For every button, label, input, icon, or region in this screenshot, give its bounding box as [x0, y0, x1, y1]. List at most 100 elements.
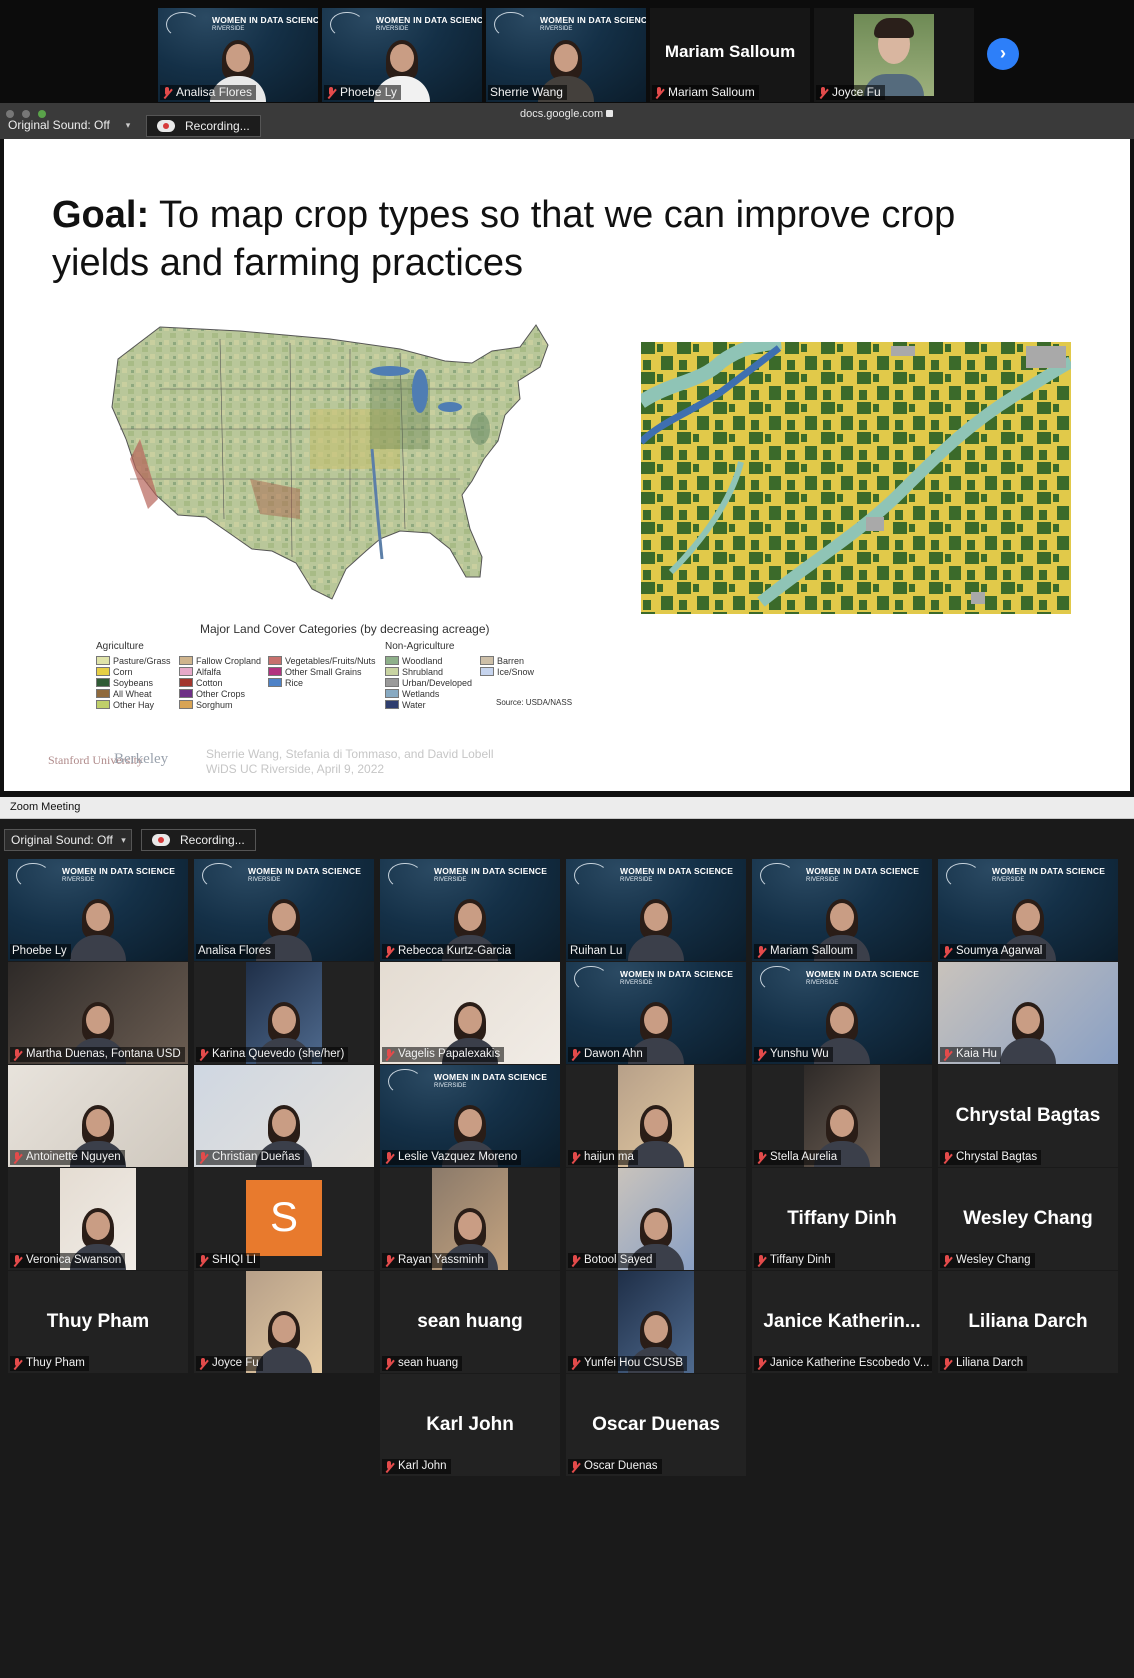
participant-tile[interactable]: sean huang sean huang	[380, 1271, 560, 1373]
participant-tile[interactable]: Vagelis Papalexakis	[380, 962, 560, 1064]
participant-tile[interactable]: Stella Aurelia	[752, 1065, 932, 1167]
legend-swatch	[480, 667, 494, 676]
original-sound-button[interactable]: Original Sound: Off	[2, 115, 116, 137]
participant-video	[70, 899, 126, 961]
participant-tile[interactable]: Oscar Duenas Oscar Duenas	[566, 1374, 746, 1476]
thumbnail-strip: WOMEN IN DATA SCIENCE RIVERSIDE Analisa …	[0, 0, 1134, 103]
participant-tile[interactable]: WOMEN IN DATA SCIENCE RIVERSIDE Ruihan Lu	[566, 859, 746, 961]
wids-banner-title: WOMEN IN DATA SCIENCE	[376, 15, 482, 25]
name-tag: Ruihan Lu	[568, 944, 627, 959]
chevron-down-icon[interactable]: ▾	[116, 829, 132, 851]
wids-logo-icon	[16, 863, 50, 889]
wids-logo-icon	[388, 863, 422, 889]
mic-muted-icon	[384, 1460, 394, 1473]
mic-muted-icon	[198, 1357, 208, 1370]
mic-muted-icon	[942, 945, 952, 958]
wids-banner-title: WOMEN IN DATA SCIENCE	[434, 866, 548, 876]
wids-logo-icon	[494, 12, 528, 38]
participant-tile[interactable]: Chrystal Bagtas Chrystal Bagtas	[938, 1065, 1118, 1167]
participant-tile[interactable]: WOMEN IN DATA SCIENCE RIVERSIDE Analisa Fl…	[194, 859, 374, 961]
participant-tile[interactable]: WOMEN IN DATA SCIENCE RIVERSIDE Leslie Vaz…	[380, 1065, 560, 1167]
participant-name: sean huang	[398, 1357, 459, 1369]
chevron-down-icon[interactable]: ▾	[120, 115, 136, 137]
name-tag: Rebecca Kurtz-Garcia	[382, 944, 516, 959]
participant-name: Analisa Flores	[176, 85, 253, 99]
legend-item: Wetlands	[385, 689, 439, 700]
participant-tile[interactable]: Kaia Hu	[938, 962, 1118, 1064]
wids-banner-sub: RIVERSIDE	[620, 980, 653, 986]
wids-banner-title: WOMEN IN DATA SCIENCE	[62, 866, 176, 876]
participant-tile[interactable]: Karl John Karl John	[380, 1374, 560, 1476]
participant-tile[interactable]: Christian Dueñas	[194, 1065, 374, 1167]
wids-banner-title: WOMEN IN DATA SCIENCE	[992, 866, 1106, 876]
participant-tile[interactable]: WOMEN IN DATA SCIENCE RIVERSIDE Rebecca Ku…	[380, 859, 560, 961]
participant-tile[interactable]: Joyce Fu	[194, 1271, 374, 1373]
legend-swatch	[268, 667, 282, 676]
participant-tile[interactable]: Karina Quevedo (she/her)	[194, 962, 374, 1064]
participant-tile[interactable]: WOMEN IN DATA SCIENCE RIVERSIDE Yunshu Wu	[752, 962, 932, 1064]
recording-indicator[interactable]: Recording...	[146, 115, 261, 137]
strip-tile-joyce-fu[interactable]: Joyce Fu	[814, 8, 974, 102]
participant-tile[interactable]: haijun ma	[566, 1065, 746, 1167]
participant-tile[interactable]: Liliana Darch Liliana Darch	[938, 1271, 1118, 1373]
mic-muted-icon	[818, 86, 828, 99]
name-tag: Christian Dueñas	[196, 1150, 305, 1165]
legend-swatch	[179, 667, 193, 676]
participant-tile[interactable]: WOMEN IN DATA SCIENCE RIVERSIDE Dawon Ahn	[566, 962, 746, 1064]
legend-item: Other Hay	[96, 700, 154, 711]
name-tag: Vagelis Papalexakis	[382, 1047, 505, 1062]
name-tag: Kaia Hu	[940, 1047, 1001, 1062]
avatar: S	[246, 1180, 322, 1256]
wids-banner-sub: RIVERSIDE	[992, 877, 1025, 883]
participant-tile[interactable]: Janice Katherin... Janice Katherine Escob…	[752, 1271, 932, 1373]
participant-name: Vagelis Papalexakis	[398, 1048, 501, 1060]
recording-indicator[interactable]: Recording...	[141, 829, 256, 851]
mic-muted-icon	[756, 1254, 766, 1267]
legend-swatch	[96, 667, 110, 676]
name-tag: sean huang	[382, 1356, 463, 1371]
name-tag: Stella Aurelia	[754, 1150, 842, 1165]
participant-name: Ruihan Lu	[570, 945, 623, 957]
participant-tile[interactable]: S SHIQI LI	[194, 1168, 374, 1270]
participant-big-name: Chrystal Bagtas	[955, 1105, 1101, 1126]
participant-tile[interactable]: Antoinette Nguyen	[8, 1065, 188, 1167]
participant-tile[interactable]: Tiffany Dinh Tiffany Dinh	[752, 1168, 932, 1270]
participant-tile[interactable]: WOMEN IN DATA SCIENCE RIVERSIDE Soumya Aga…	[938, 859, 1118, 961]
participant-video	[628, 899, 684, 961]
mic-muted-icon	[756, 1151, 766, 1164]
participant-name: Phoebe Ly	[340, 85, 397, 99]
mic-muted-icon	[570, 1151, 580, 1164]
strip-tile-phoebe-ly[interactable]: WOMEN IN DATA SCIENCE RIVERSIDE Phoebe L…	[322, 8, 482, 102]
participant-tile[interactable]: WOMEN IN DATA SCIENCE RIVERSIDE Phoebe Ly	[8, 859, 188, 961]
shared-screen-view: WOMEN IN DATA SCIENCE RIVERSIDE Analisa …	[0, 0, 1134, 797]
mic-muted-icon	[384, 945, 394, 958]
legend-swatch	[96, 678, 110, 687]
participant-tile[interactable]: Wesley Chang Wesley Chang	[938, 1168, 1118, 1270]
participant-tile[interactable]: Rayan Yassminh	[380, 1168, 560, 1270]
participant-big-name: Thuy Pham	[46, 1311, 150, 1332]
participant-tile[interactable]: Thuy Pham Thuy Pham	[8, 1271, 188, 1373]
participant-tile[interactable]: Veronica Swanson	[8, 1168, 188, 1270]
slide-authors: Sherrie Wang, Stefania di Tommaso, and D…	[206, 747, 494, 761]
mic-muted-icon	[12, 1254, 22, 1267]
original-sound-button[interactable]: Original Sound: Off	[4, 829, 120, 851]
wids-logo-icon	[330, 12, 364, 38]
chevron-right-icon[interactable]: ›	[987, 38, 1019, 70]
name-tag: haijun ma	[568, 1150, 638, 1165]
legend-item: Fallow Cropland	[179, 656, 261, 667]
strip-tile-sherrie-wang[interactable]: WOMEN IN DATA SCIENCE RIVERSIDE Sherrie …	[486, 8, 646, 102]
participant-tile[interactable]: WOMEN IN DATA SCIENCE RIVERSIDE Mariam Sal…	[752, 859, 932, 961]
legend-swatch	[268, 678, 282, 687]
participant-tile[interactable]: Botool Sayed	[566, 1168, 746, 1270]
name-tag: Janice Katherine Escobedo V...	[754, 1356, 932, 1371]
wids-logo-icon	[574, 966, 608, 992]
participant-tile[interactable]: Martha Duenas, Fontana USD	[8, 962, 188, 1064]
participant-name: Veronica Swanson	[26, 1254, 122, 1266]
name-tag: Analisa Flores	[160, 85, 257, 100]
mic-muted-icon	[198, 1048, 208, 1061]
participant-tile[interactable]: Yunfei Hou CSUSB	[566, 1271, 746, 1373]
strip-tile-mariam-salloum[interactable]: Mariam Salloum Mariam Salloum	[650, 8, 810, 102]
strip-tile-analisa-flores[interactable]: WOMEN IN DATA SCIENCE RIVERSIDE Analisa …	[158, 8, 318, 102]
participant-name: Leslie Vazquez Moreno	[398, 1151, 518, 1163]
legend-item: Other Small Grains	[268, 667, 362, 678]
